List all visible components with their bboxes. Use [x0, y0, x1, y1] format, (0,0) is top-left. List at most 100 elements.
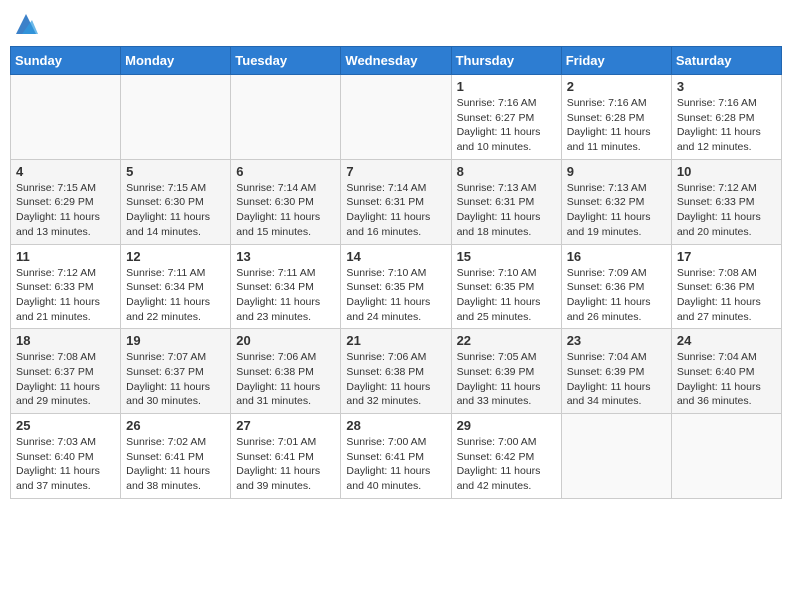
day-header-saturday: Saturday — [671, 47, 781, 75]
day-info: Sunrise: 7:00 AMSunset: 6:41 PMDaylight:… — [346, 435, 445, 494]
day-header-wednesday: Wednesday — [341, 47, 451, 75]
day-number: 19 — [126, 333, 225, 348]
day-number: 4 — [16, 164, 115, 179]
calendar-cell: 25 Sunrise: 7:03 AMSunset: 6:40 PMDayligh… — [11, 414, 121, 499]
day-info: Sunrise: 7:00 AMSunset: 6:42 PMDaylight:… — [457, 435, 556, 494]
day-info: Sunrise: 7:01 AMSunset: 6:41 PMDaylight:… — [236, 435, 335, 494]
calendar-cell — [561, 414, 671, 499]
page-header — [10, 10, 782, 38]
calendar-week-row: 25 Sunrise: 7:03 AMSunset: 6:40 PMDayligh… — [11, 414, 782, 499]
day-info: Sunrise: 7:16 AMSunset: 6:27 PMDaylight:… — [457, 96, 556, 155]
calendar-cell: 26 Sunrise: 7:02 AMSunset: 6:41 PMDayligh… — [121, 414, 231, 499]
calendar-cell: 23 Sunrise: 7:04 AMSunset: 6:39 PMDayligh… — [561, 329, 671, 414]
calendar-cell: 2 Sunrise: 7:16 AMSunset: 6:28 PMDaylight… — [561, 75, 671, 160]
calendar-cell: 6 Sunrise: 7:14 AMSunset: 6:30 PMDaylight… — [231, 159, 341, 244]
calendar-cell — [121, 75, 231, 160]
day-number: 10 — [677, 164, 776, 179]
calendar-cell: 3 Sunrise: 7:16 AMSunset: 6:28 PMDaylight… — [671, 75, 781, 160]
calendar-cell: 24 Sunrise: 7:04 AMSunset: 6:40 PMDayligh… — [671, 329, 781, 414]
calendar-cell: 29 Sunrise: 7:00 AMSunset: 6:42 PMDayligh… — [451, 414, 561, 499]
day-number: 23 — [567, 333, 666, 348]
calendar-cell — [341, 75, 451, 160]
calendar-week-row: 1 Sunrise: 7:16 AMSunset: 6:27 PMDaylight… — [11, 75, 782, 160]
day-number: 25 — [16, 418, 115, 433]
day-number: 1 — [457, 79, 556, 94]
day-number: 26 — [126, 418, 225, 433]
day-number: 14 — [346, 249, 445, 264]
logo — [10, 10, 40, 38]
day-number: 17 — [677, 249, 776, 264]
day-number: 22 — [457, 333, 556, 348]
day-number: 16 — [567, 249, 666, 264]
day-number: 28 — [346, 418, 445, 433]
day-info: Sunrise: 7:15 AMSunset: 6:29 PMDaylight:… — [16, 181, 115, 240]
calendar-cell: 16 Sunrise: 7:09 AMSunset: 6:36 PMDayligh… — [561, 244, 671, 329]
calendar-cell: 13 Sunrise: 7:11 AMSunset: 6:34 PMDayligh… — [231, 244, 341, 329]
day-info: Sunrise: 7:16 AMSunset: 6:28 PMDaylight:… — [677, 96, 776, 155]
day-header-friday: Friday — [561, 47, 671, 75]
calendar-cell: 28 Sunrise: 7:00 AMSunset: 6:41 PMDayligh… — [341, 414, 451, 499]
day-info: Sunrise: 7:13 AMSunset: 6:32 PMDaylight:… — [567, 181, 666, 240]
calendar-cell: 12 Sunrise: 7:11 AMSunset: 6:34 PMDayligh… — [121, 244, 231, 329]
calendar-cell: 15 Sunrise: 7:10 AMSunset: 6:35 PMDayligh… — [451, 244, 561, 329]
calendar-cell: 8 Sunrise: 7:13 AMSunset: 6:31 PMDaylight… — [451, 159, 561, 244]
day-info: Sunrise: 7:04 AMSunset: 6:40 PMDaylight:… — [677, 350, 776, 409]
day-info: Sunrise: 7:08 AMSunset: 6:36 PMDaylight:… — [677, 266, 776, 325]
day-header-sunday: Sunday — [11, 47, 121, 75]
calendar-cell: 11 Sunrise: 7:12 AMSunset: 6:33 PMDayligh… — [11, 244, 121, 329]
day-number: 5 — [126, 164, 225, 179]
calendar-cell: 19 Sunrise: 7:07 AMSunset: 6:37 PMDayligh… — [121, 329, 231, 414]
day-info: Sunrise: 7:07 AMSunset: 6:37 PMDaylight:… — [126, 350, 225, 409]
calendar-cell — [231, 75, 341, 160]
day-number: 7 — [346, 164, 445, 179]
calendar-table: SundayMondayTuesdayWednesdayThursdayFrid… — [10, 46, 782, 499]
day-info: Sunrise: 7:13 AMSunset: 6:31 PMDaylight:… — [457, 181, 556, 240]
calendar-cell: 9Sunrise: 7:13 AMSunset: 6:32 PMDaylight… — [561, 159, 671, 244]
day-info: Sunrise: 7:05 AMSunset: 6:39 PMDaylight:… — [457, 350, 556, 409]
day-info: Sunrise: 7:09 AMSunset: 6:36 PMDaylight:… — [567, 266, 666, 325]
day-number: 8 — [457, 164, 556, 179]
day-number: 18 — [16, 333, 115, 348]
day-number: 3 — [677, 79, 776, 94]
calendar-cell: 5 Sunrise: 7:15 AMSunset: 6:30 PMDaylight… — [121, 159, 231, 244]
calendar-cell — [671, 414, 781, 499]
day-info: Sunrise: 7:14 AMSunset: 6:30 PMDaylight:… — [236, 181, 335, 240]
day-info: Sunrise: 7:08 AMSunset: 6:37 PMDaylight:… — [16, 350, 115, 409]
day-info: Sunrise: 7:04 AMSunset: 6:39 PMDaylight:… — [567, 350, 666, 409]
day-number: 11 — [16, 249, 115, 264]
day-info: Sunrise: 7:12 AMSunset: 6:33 PMDaylight:… — [16, 266, 115, 325]
calendar-cell: 22 Sunrise: 7:05 AMSunset: 6:39 PMDayligh… — [451, 329, 561, 414]
day-number: 2 — [567, 79, 666, 94]
day-info: Sunrise: 7:14 AMSunset: 6:31 PMDaylight:… — [346, 181, 445, 240]
day-info: Sunrise: 7:10 AMSunset: 6:35 PMDaylight:… — [346, 266, 445, 325]
calendar-cell: 27 Sunrise: 7:01 AMSunset: 6:41 PMDayligh… — [231, 414, 341, 499]
day-number: 15 — [457, 249, 556, 264]
calendar-cell: 4 Sunrise: 7:15 AMSunset: 6:29 PMDaylight… — [11, 159, 121, 244]
calendar-cell — [11, 75, 121, 160]
day-number: 13 — [236, 249, 335, 264]
calendar-cell: 7 Sunrise: 7:14 AMSunset: 6:31 PMDaylight… — [341, 159, 451, 244]
day-number: 6 — [236, 164, 335, 179]
day-info: Sunrise: 7:06 AMSunset: 6:38 PMDaylight:… — [346, 350, 445, 409]
day-info: Sunrise: 7:11 AMSunset: 6:34 PMDaylight:… — [126, 266, 225, 325]
day-header-monday: Monday — [121, 47, 231, 75]
calendar-header-row: SundayMondayTuesdayWednesdayThursdayFrid… — [11, 47, 782, 75]
day-info: Sunrise: 7:11 AMSunset: 6:34 PMDaylight:… — [236, 266, 335, 325]
day-number: 24 — [677, 333, 776, 348]
day-number: 27 — [236, 418, 335, 433]
calendar-cell: 20Sunrise: 7:06 AMSunset: 6:38 PMDayligh… — [231, 329, 341, 414]
calendar-cell: 18 Sunrise: 7:08 AMSunset: 6:37 PMDayligh… — [11, 329, 121, 414]
calendar-cell: 17 Sunrise: 7:08 AMSunset: 6:36 PMDayligh… — [671, 244, 781, 329]
day-number: 29 — [457, 418, 556, 433]
day-info: Sunrise: 7:10 AMSunset: 6:35 PMDaylight:… — [457, 266, 556, 325]
day-info: Sunrise: 7:15 AMSunset: 6:30 PMDaylight:… — [126, 181, 225, 240]
calendar-week-row: 4 Sunrise: 7:15 AMSunset: 6:29 PMDaylight… — [11, 159, 782, 244]
calendar-cell: 21Sunrise: 7:06 AMSunset: 6:38 PMDayligh… — [341, 329, 451, 414]
day-info: Sunrise: 7:03 AMSunset: 6:40 PMDaylight:… — [16, 435, 115, 494]
calendar-week-row: 18 Sunrise: 7:08 AMSunset: 6:37 PMDayligh… — [11, 329, 782, 414]
calendar-cell: 1 Sunrise: 7:16 AMSunset: 6:27 PMDaylight… — [451, 75, 561, 160]
day-info: Sunrise: 7:02 AMSunset: 6:41 PMDaylight:… — [126, 435, 225, 494]
day-info: Sunrise: 7:16 AMSunset: 6:28 PMDaylight:… — [567, 96, 666, 155]
day-number: 20 — [236, 333, 335, 348]
day-number: 12 — [126, 249, 225, 264]
